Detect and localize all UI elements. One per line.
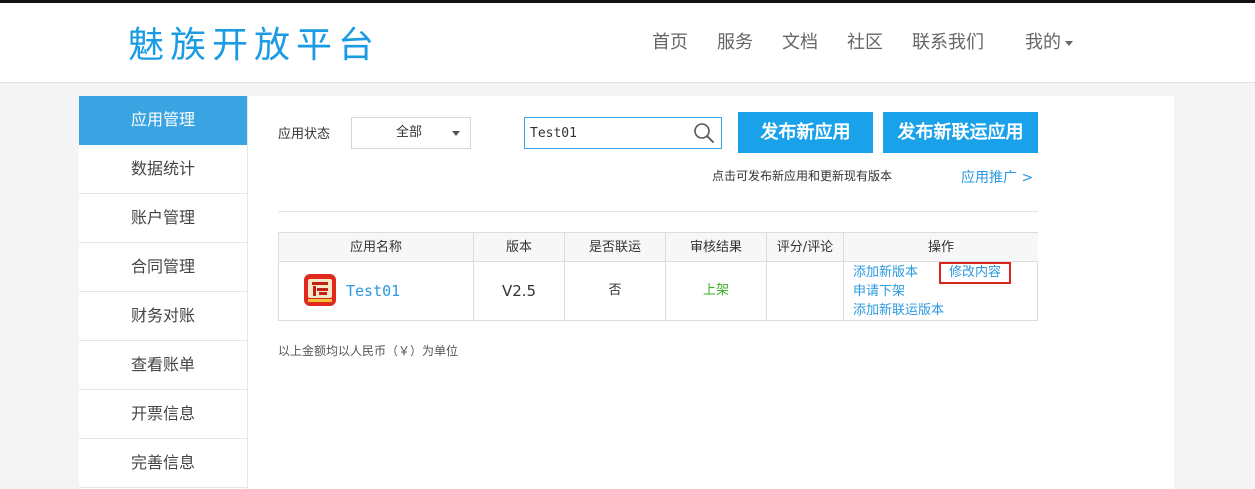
- app-joint: 否: [565, 262, 666, 320]
- logo[interactable]: 魅族开放平台: [128, 23, 380, 69]
- sidebar-item-complete-info[interactable]: 完善信息: [79, 439, 247, 488]
- chevron-down-icon: [452, 131, 460, 136]
- request-delist-link[interactable]: 申请下架: [853, 283, 905, 301]
- nav-mine-label: 我的: [1025, 32, 1061, 53]
- divider: [278, 211, 1038, 212]
- col-header-joint: 是否联运: [565, 233, 666, 262]
- app-icon[interactable]: [304, 274, 336, 306]
- col-header-review: 审核结果: [666, 233, 767, 262]
- sidebar: 应用管理 数据统计 账户管理 合同管理 财务对账 查看账单 开票信息 完善信息: [79, 96, 248, 489]
- nav-mine-dropdown[interactable]: 我的: [1025, 30, 1073, 56]
- header: 魅族开放平台 首页 服务 文档 社区 联系我们 我的: [0, 3, 1255, 83]
- sidebar-item-statistics[interactable]: 数据统计: [79, 145, 247, 194]
- search-input[interactable]: [525, 118, 685, 148]
- col-header-app-name: 应用名称: [279, 233, 474, 262]
- currency-note: 以上金额均以人民币（￥）为单位: [278, 344, 459, 358]
- sidebar-item-reconciliation[interactable]: 财务对账: [79, 292, 247, 341]
- status-select[interactable]: 全部: [351, 117, 471, 149]
- sidebar-item-invoice[interactable]: 开票信息: [79, 390, 247, 439]
- add-version-link[interactable]: 添加新版本: [853, 264, 918, 282]
- app-version: V2.5: [474, 262, 565, 320]
- nav-contact[interactable]: 联系我们: [912, 30, 984, 56]
- app-rating: [767, 262, 844, 320]
- sidebar-item-contract[interactable]: 合同管理: [79, 243, 247, 292]
- search-box: [524, 117, 722, 149]
- app-table: 应用名称 版本 是否联运 审核结果 评分/评论 操作 Test01 V2.5 否…: [278, 232, 1038, 321]
- nav-community[interactable]: 社区: [847, 30, 883, 56]
- table-row: Test01: [279, 262, 474, 320]
- nav-services[interactable]: 服务: [717, 30, 753, 56]
- search-icon[interactable]: [693, 122, 715, 148]
- publish-joint-app-button[interactable]: 发布新联运应用: [883, 112, 1038, 153]
- col-header-operations: 操作: [844, 233, 1038, 262]
- nav-docs[interactable]: 文档: [782, 30, 818, 56]
- publish-new-app-button[interactable]: 发布新应用: [738, 112, 873, 153]
- nav-home[interactable]: 首页: [652, 30, 688, 56]
- sidebar-item-bills[interactable]: 查看账单: [79, 341, 247, 390]
- app-promotion-link[interactable]: 应用推广 >: [961, 167, 1033, 187]
- operations-cell: 添加新版本 修改内容 申请下架 添加新联运版本: [844, 262, 1038, 320]
- main-panel: 应用状态 全部 发布新应用 发布新联运应用 点击可发布新应用和更新现有版本 应用…: [248, 96, 1174, 489]
- add-joint-version-link[interactable]: 添加新联运版本: [853, 302, 944, 320]
- review-status-badge: 上架: [666, 262, 767, 320]
- top-nav: 首页 服务 文档 社区 联系我们 我的: [652, 30, 1073, 56]
- status-select-value: 全部: [396, 125, 423, 140]
- col-header-version: 版本: [474, 233, 565, 262]
- app-name-link[interactable]: Test01: [346, 262, 400, 320]
- status-filter-label: 应用状态: [278, 127, 331, 142]
- chevron-down-icon: [1065, 40, 1073, 46]
- publish-hint: 点击可发布新应用和更新现有版本: [712, 169, 893, 183]
- col-header-rating: 评分/评论: [767, 233, 844, 262]
- sidebar-item-account[interactable]: 账户管理: [79, 194, 247, 243]
- sidebar-item-app-management[interactable]: 应用管理: [79, 96, 247, 145]
- edit-content-link[interactable]: 修改内容: [939, 262, 1012, 284]
